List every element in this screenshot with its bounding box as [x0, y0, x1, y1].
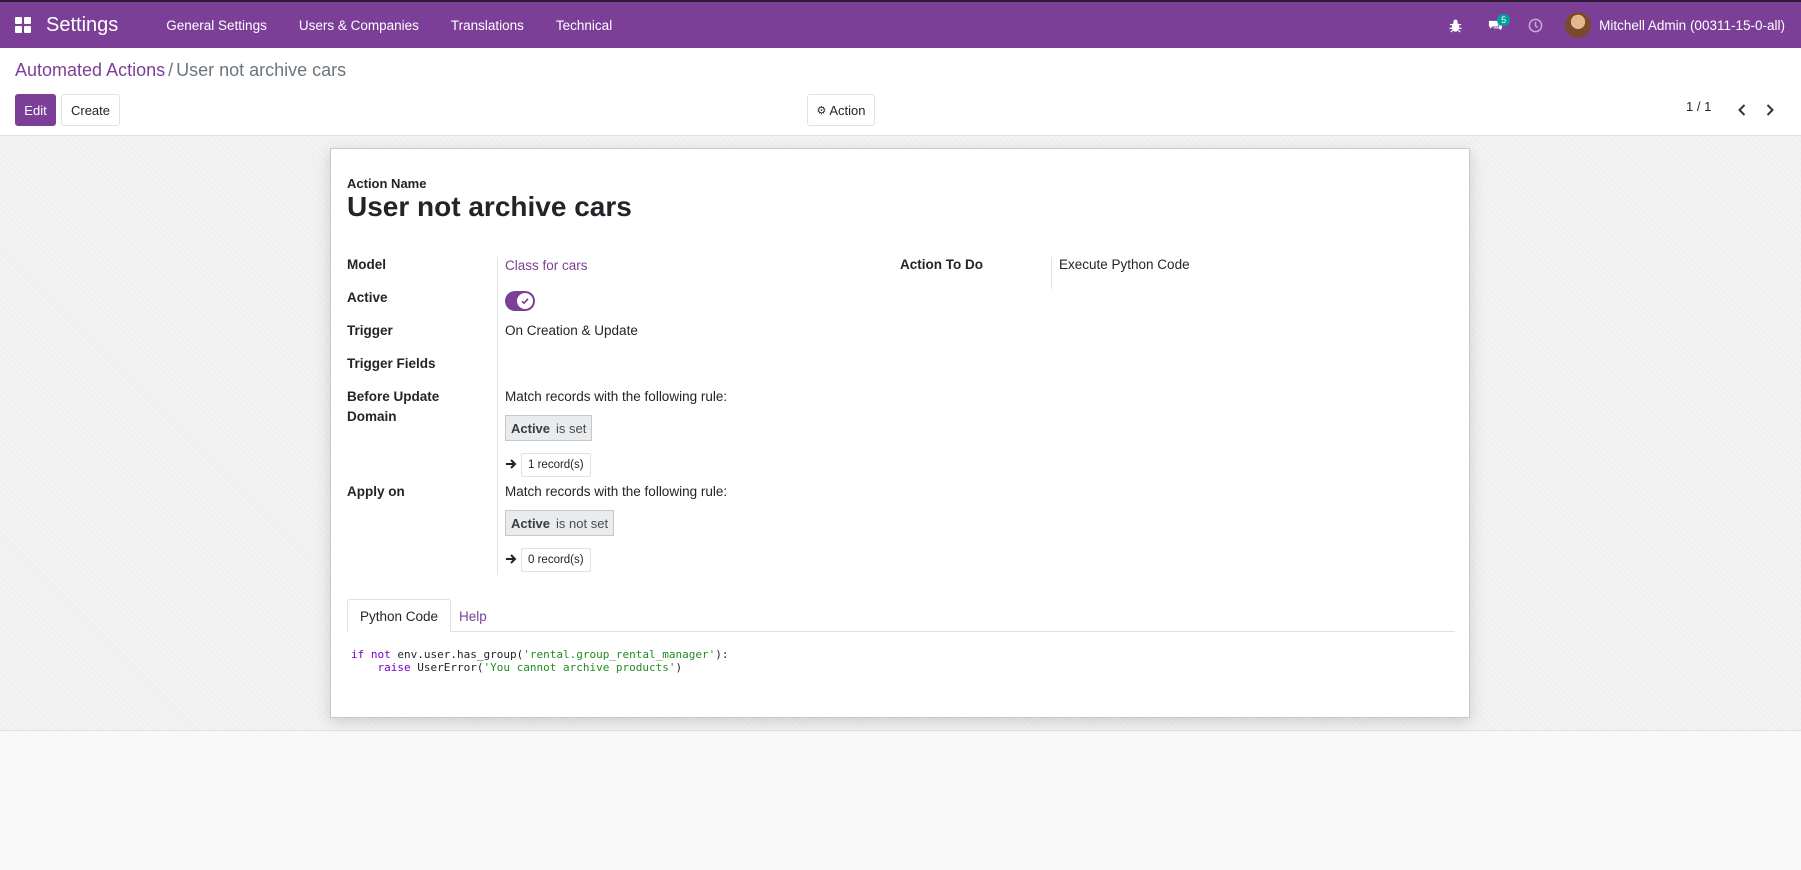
- before-update-domain-chip[interactable]: Active is set: [505, 415, 593, 441]
- breadcrumb: Automated Actions / User not archive cars: [15, 60, 346, 81]
- apps-menu-icon[interactable]: [0, 2, 46, 48]
- model-field[interactable]: Class for cars: [505, 256, 588, 276]
- arrow-right-icon: [505, 458, 517, 473]
- breadcrumb-automated-actions[interactable]: Automated Actions: [15, 60, 165, 80]
- python-code-editor[interactable]: if not env.user.has_group('rental.group_…: [351, 648, 729, 674]
- tab-python-code[interactable]: Python Code: [347, 599, 452, 633]
- trigger-field[interactable]: On Creation & Update: [505, 321, 638, 341]
- control-panel: Automated Actions / User not archive cars …: [0, 48, 1801, 136]
- avatar: [1565, 12, 1592, 38]
- field-divider-right: [1051, 257, 1052, 289]
- apply-on-rule-text: Match records with the following rule:: [505, 484, 728, 499]
- action-name-field[interactable]: User not archive cars: [347, 191, 632, 223]
- notebook-tabs: Python Code Help: [347, 599, 1455, 633]
- apply-on-records-button[interactable]: 0 record(s): [521, 548, 591, 572]
- chip-field: Active: [511, 420, 551, 436]
- apply-on-domain-chip[interactable]: Active is not set: [505, 510, 615, 536]
- before-update-domain-label-line1: Before Update: [347, 389, 440, 404]
- action-label: Action: [829, 102, 866, 118]
- breadcrumb-separator: /: [168, 60, 174, 80]
- trigger-label: Trigger: [347, 323, 393, 338]
- model-label: Model: [347, 257, 386, 272]
- code-keyword: raise: [377, 660, 411, 674]
- arrow-right-icon: [505, 553, 517, 568]
- activity-clock-icon[interactable]: [1515, 2, 1555, 48]
- code-call: env.user.has_group(: [397, 648, 524, 661]
- trigger-fields-label: Trigger Fields: [347, 356, 436, 371]
- chip-operator: is set: [556, 420, 587, 436]
- pager-value[interactable]: 1 / 1: [1686, 99, 1711, 114]
- create-button[interactable]: Create: [61, 94, 120, 126]
- tab-help[interactable]: Help: [447, 599, 499, 633]
- edit-button[interactable]: Edit: [15, 94, 56, 126]
- pager-next-icon[interactable]: [1756, 94, 1784, 126]
- user-menu[interactable]: Mitchell Admin (00311-15-0-all): [1555, 2, 1801, 48]
- action-to-do-label: Action To Do: [900, 257, 983, 272]
- pager-previous-icon[interactable]: [1728, 94, 1756, 126]
- menu-users-companies[interactable]: Users & Companies: [283, 2, 435, 48]
- code-keyword: not: [370, 648, 391, 661]
- debug-bug-icon[interactable]: [1435, 2, 1475, 48]
- top-navbar: Settings General Settings Users & Compan…: [0, 0, 1801, 48]
- messages-icon[interactable]: 5: [1475, 2, 1515, 48]
- menu-technical[interactable]: Technical: [540, 2, 628, 48]
- active-toggle[interactable]: [505, 291, 535, 311]
- breadcrumb-current: User not archive cars: [176, 60, 347, 80]
- code-string: 'You cannot archive products': [483, 660, 676, 674]
- before-update-records-button[interactable]: 1 record(s): [521, 453, 591, 477]
- code-call: UserError(: [417, 660, 484, 674]
- messages-badge: 5: [1497, 14, 1511, 26]
- menu-translations[interactable]: Translations: [435, 2, 540, 48]
- action-to-do-field[interactable]: Execute Python Code: [1059, 255, 1190, 275]
- chip-field: Active: [511, 515, 551, 531]
- action-button[interactable]: ⚙ Action: [807, 94, 875, 126]
- code-punct: ): [675, 660, 683, 674]
- check-icon: [517, 293, 533, 309]
- before-update-rule-text: Match records with the following rule:: [505, 389, 728, 404]
- gear-icon: ⚙: [816, 104, 827, 117]
- code-keyword: if: [351, 648, 365, 661]
- user-name: Mitchell Admin (00311-15-0-all): [1599, 17, 1785, 33]
- action-name-label: Action Name: [347, 176, 427, 191]
- before-update-domain-label-line2: Domain: [347, 409, 397, 424]
- menu-general-settings[interactable]: General Settings: [150, 2, 283, 48]
- field-divider-left: [497, 257, 498, 575]
- active-label: Active: [347, 290, 388, 305]
- form-sheet: Action Name User not archive cars Model …: [330, 148, 1470, 718]
- chip-operator: is not set: [556, 515, 609, 531]
- app-title[interactable]: Settings: [46, 14, 118, 37]
- code-punct: ):: [715, 648, 729, 661]
- code-string: 'rental.group_rental_manager': [523, 648, 716, 661]
- apply-on-label: Apply on: [347, 484, 405, 499]
